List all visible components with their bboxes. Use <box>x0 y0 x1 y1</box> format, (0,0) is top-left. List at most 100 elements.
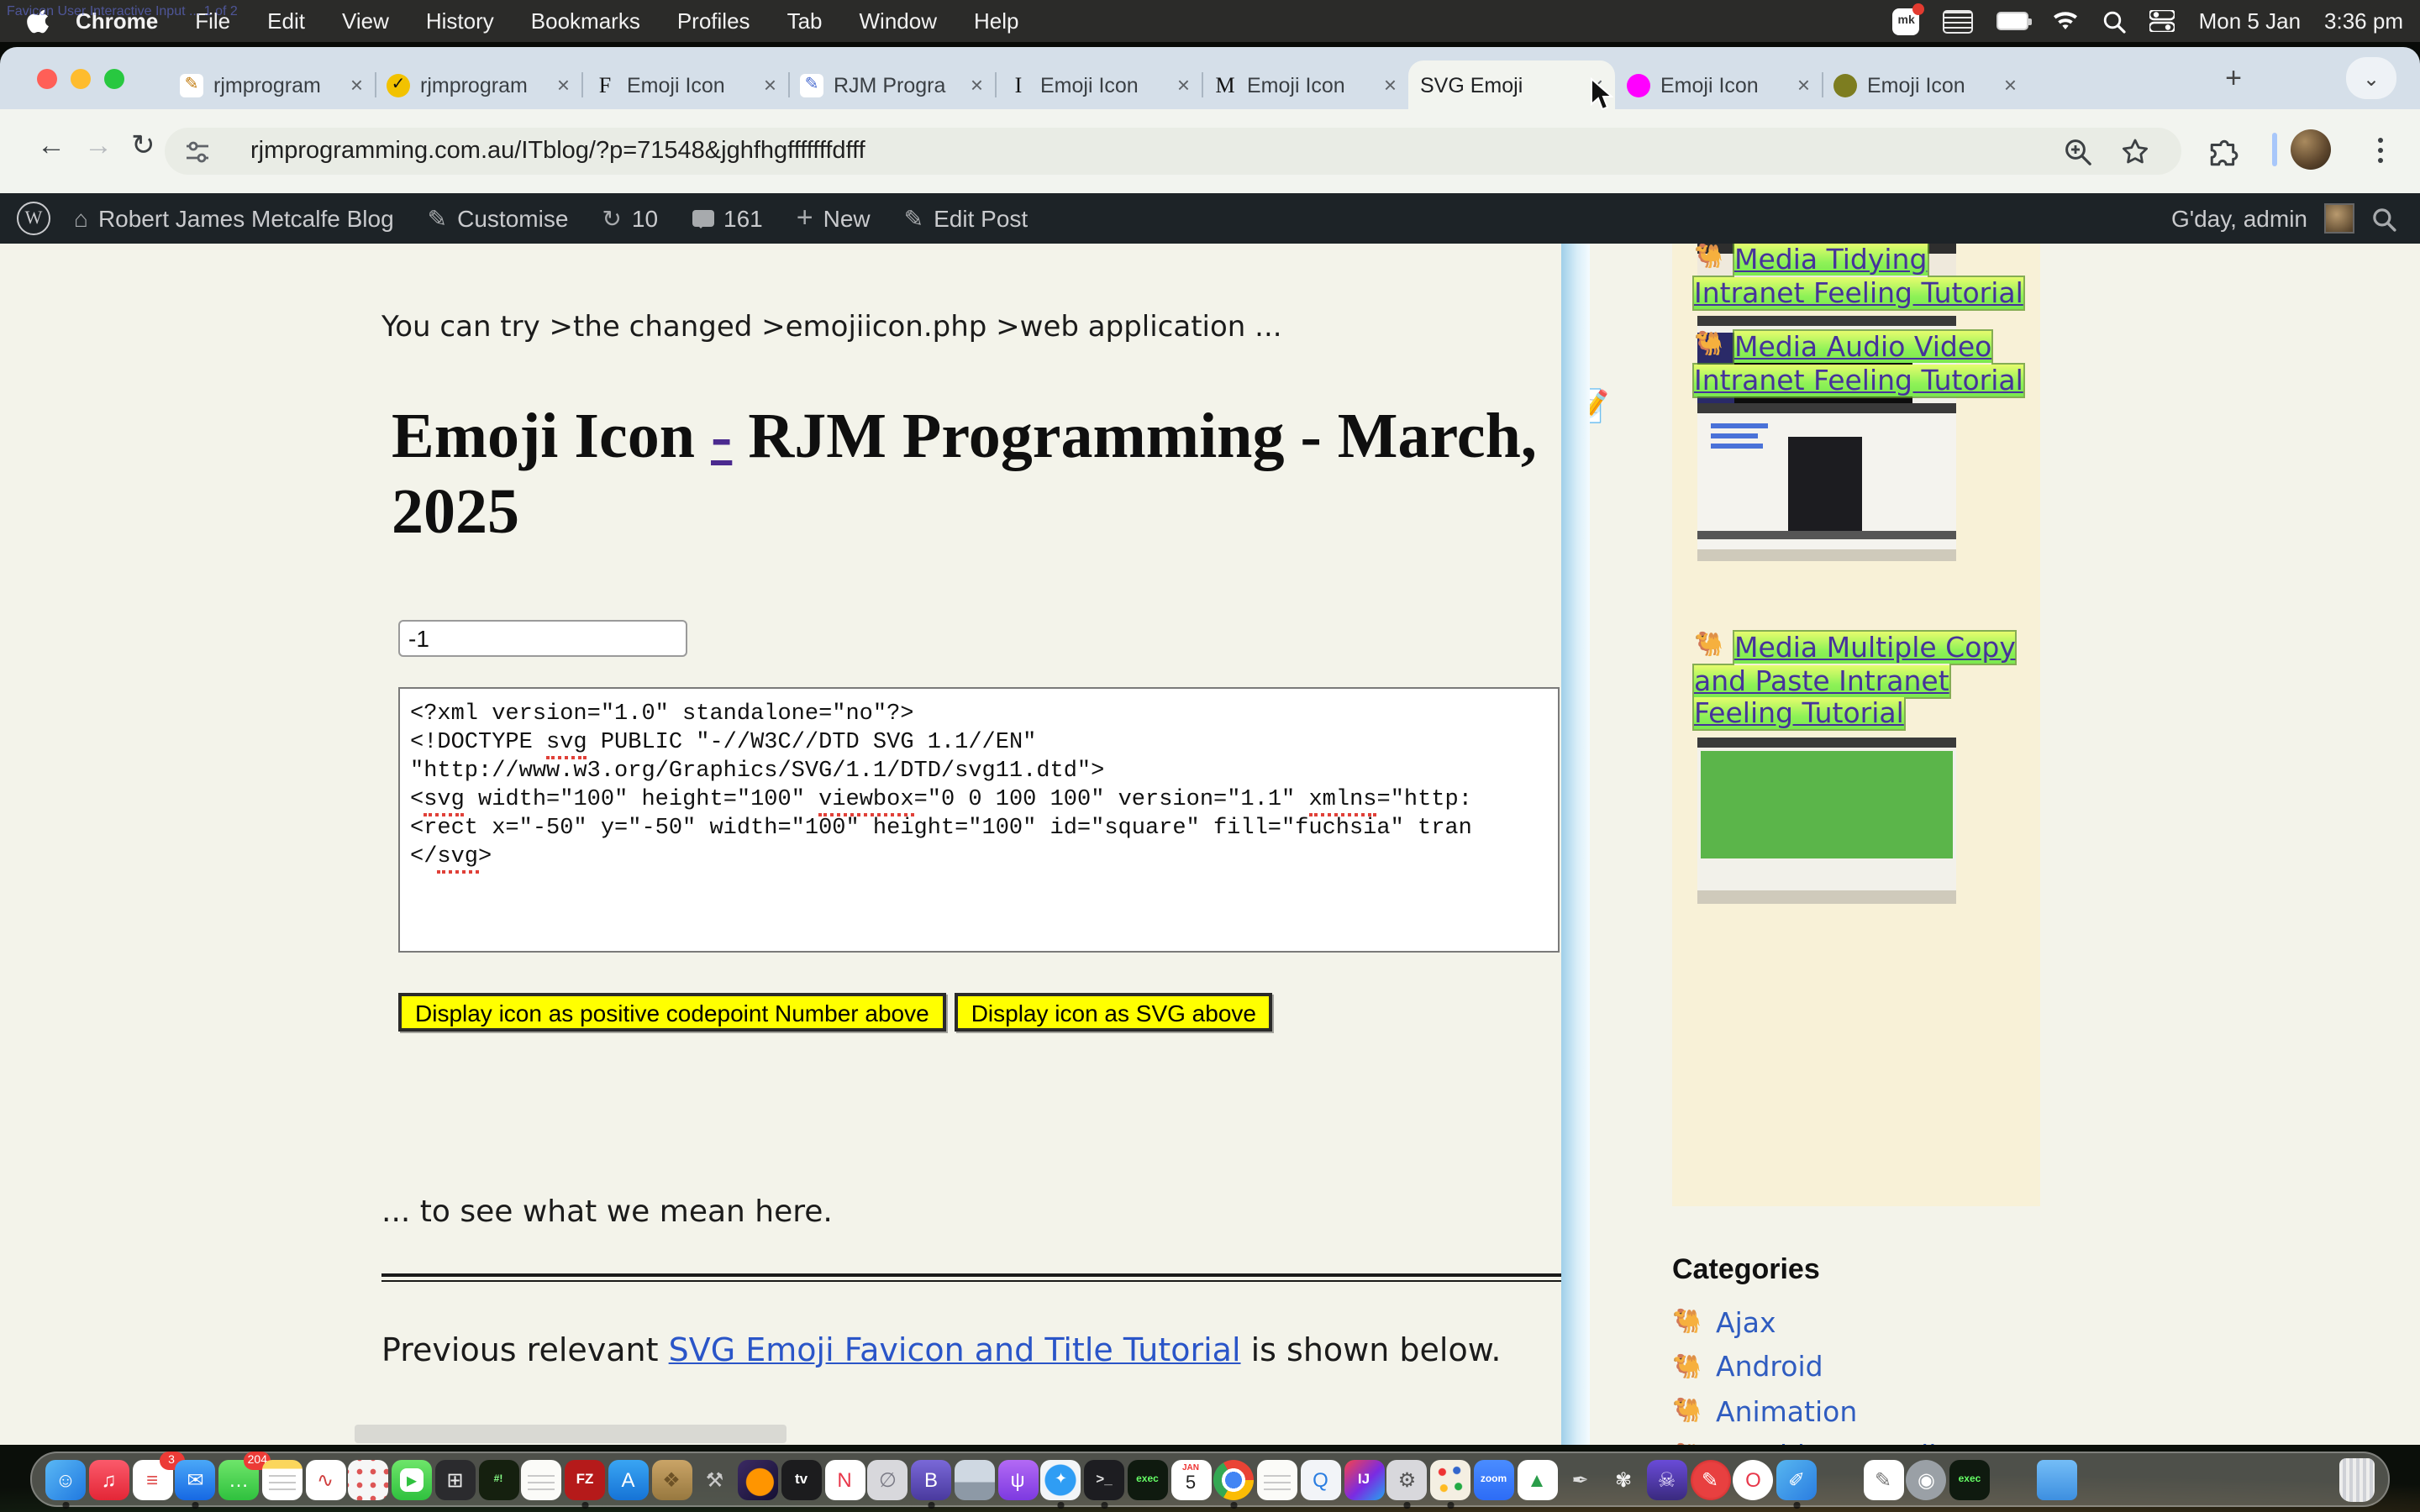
admin-new-link[interactable]: + New <box>797 202 871 235</box>
dock-item[interactable] <box>1430 1459 1470 1499</box>
tutorial-link[interactable]: Media Tidying Intranet Feeling Tutorial <box>1694 244 2023 308</box>
tab-close-icon[interactable]: × <box>971 72 983 97</box>
dock-item[interactable]: A <box>608 1459 649 1499</box>
dock-item[interactable] <box>2080 1459 2120 1499</box>
admin-comments-link[interactable]: 161 <box>692 205 763 232</box>
reload-button[interactable]: ↻ <box>131 129 155 163</box>
dock-item[interactable]: ❖ <box>651 1459 692 1499</box>
forward-button[interactable]: → <box>84 129 113 163</box>
dock-item[interactable]: ✦ <box>1041 1459 1081 1499</box>
dock-item[interactable] <box>2123 1459 2163 1499</box>
dock-item[interactable] <box>1993 1459 2033 1499</box>
new-tab-button[interactable]: + <box>2215 60 2252 97</box>
dock-item[interactable]: ☺ <box>45 1459 86 1499</box>
dock-item[interactable]: ♫ <box>89 1459 129 1499</box>
dock-item[interactable] <box>738 1459 778 1499</box>
tab-search-chevron-icon[interactable]: ⌄ <box>2346 57 2396 99</box>
svg-emoji-tutorial-link[interactable]: SVG Emoji Favicon and Title Tutorial <box>669 1332 1241 1369</box>
keyboard-input-icon[interactable] <box>1944 9 1974 33</box>
site-info-icon[interactable] <box>185 139 210 164</box>
menubar-menu-item[interactable]: Bookmarks <box>531 8 640 34</box>
browser-tab[interactable]: Emoji Icon × <box>1822 60 2028 109</box>
display-svg-button[interactable]: Display icon as SVG above <box>955 993 1273 1032</box>
dock-item[interactable] <box>2166 1459 2207 1499</box>
browser-tab[interactable]: F Emoji Icon × <box>581 60 788 109</box>
dock-item[interactable]: ⚙ <box>1387 1459 1428 1499</box>
dock-item[interactable] <box>262 1459 302 1499</box>
dock-item[interactable]: ✎ <box>1863 1459 1903 1499</box>
dock-item[interactable]: zoom <box>1474 1459 1514 1499</box>
dock-item[interactable]: N <box>824 1459 865 1499</box>
dock-item[interactable] <box>522 1459 562 1499</box>
tab-close-icon[interactable]: × <box>1797 72 1810 97</box>
admin-avatar[interactable] <box>2324 203 2354 234</box>
display-codepoint-button[interactable]: Display icon as positive codepoint Numbe… <box>398 993 946 1032</box>
extensions-icon[interactable] <box>2208 138 2238 168</box>
browser-tab[interactable]: ✓ rjmprogram × <box>375 60 581 109</box>
menubar-date[interactable]: Mon 5 Jan <box>2199 8 2301 34</box>
dock-item[interactable]: ψ <box>997 1459 1038 1499</box>
dock-item[interactable]: ⊞ <box>435 1459 476 1499</box>
close-window-button[interactable] <box>37 69 57 89</box>
dock-item[interactable] <box>2036 1459 2076 1499</box>
browser-tab[interactable]: SVG Emoji × <box>1408 60 1615 109</box>
dock-item[interactable] <box>2253 1459 2293 1499</box>
category-link[interactable]: Ajax <box>1716 1307 1776 1339</box>
menubar-menu-item[interactable]: Help <box>974 8 1019 34</box>
dock-item[interactable]: IJ <box>1344 1459 1384 1499</box>
spotlight-search-icon[interactable] <box>2103 9 2127 33</box>
dock-item[interactable] <box>2296 1459 2336 1499</box>
tab-close-icon[interactable]: × <box>1177 72 1190 97</box>
dock-item[interactable]: Q <box>1301 1459 1341 1499</box>
browser-tab[interactable]: M Emoji Icon × <box>1202 60 1408 109</box>
chrome-menu-icon[interactable] <box>2366 129 2393 170</box>
dock-item[interactable]: exec <box>1128 1459 1168 1499</box>
menubar-menu-item[interactable]: View <box>342 8 389 34</box>
address-bar[interactable]: rjmprogramming.com.au/ITblog/?p=71548&jg… <box>165 128 2181 175</box>
wordpress-logo-icon[interactable]: W <box>17 202 50 235</box>
category-link[interactable]: Animation <box>1716 1396 1857 1428</box>
tab-close-icon[interactable]: × <box>1384 72 1397 97</box>
dock-item[interactable]: ✉ <box>176 1459 216 1499</box>
browser-tab[interactable]: ✎ RJM Progra × <box>788 60 995 109</box>
menubar-menu-item[interactable]: Edit <box>267 8 305 34</box>
admin-customise-link[interactable]: ✎ Customise <box>428 204 569 233</box>
tab-close-icon[interactable]: × <box>764 72 776 97</box>
minimize-window-button[interactable] <box>71 69 91 89</box>
menubar-menu-item[interactable]: Window <box>860 8 938 34</box>
menubar-time[interactable]: 3:36 pm <box>2324 8 2403 34</box>
dock-item[interactable]: 5 JAN <box>1171 1459 1211 1499</box>
menubar-menu-item[interactable]: Tab <box>787 8 823 34</box>
zoom-window-button[interactable] <box>104 69 124 89</box>
category-link[interactable]: Android <box>1716 1352 1823 1383</box>
tab-close-icon[interactable]: × <box>557 72 570 97</box>
browser-tab[interactable]: I Emoji Icon × <box>995 60 1202 109</box>
browser-tab[interactable]: ✎ rjmprogram × <box>168 60 375 109</box>
profile-avatar[interactable] <box>2291 129 2331 170</box>
dock-item[interactable]: >_ <box>1084 1459 1124 1499</box>
dock-item[interactable] <box>1257 1459 1297 1499</box>
control-center-icon[interactable] <box>2150 10 2175 32</box>
greeting-text[interactable]: G'day, admin <box>2171 205 2307 232</box>
dock-item[interactable]: ✎ <box>1690 1459 1730 1499</box>
dock-item[interactable] <box>955 1459 995 1499</box>
dock-item[interactable]: ≡ 3 <box>132 1459 172 1499</box>
menubar-menu-item[interactable]: Profiles <box>677 8 750 34</box>
dock-item[interactable]: #! <box>478 1459 518 1499</box>
dock-item[interactable]: ✐ <box>1776 1459 1817 1499</box>
svg-code-box[interactable]: <?xml version="1.0" standalone="no"?><!D… <box>398 687 1560 953</box>
dock-item[interactable]: B <box>911 1459 951 1499</box>
url-text[interactable]: rjmprogramming.com.au/ITblog/?p=71548&jg… <box>250 138 865 165</box>
bookmark-star-icon[interactable] <box>2121 138 2149 166</box>
window-controls[interactable] <box>37 69 124 89</box>
dock-item[interactable]: … 204 <box>218 1459 259 1499</box>
status-app-icon[interactable]: mk <box>1893 8 1920 34</box>
codepoint-input[interactable]: -1 <box>398 620 687 657</box>
dock-item[interactable]: tv <box>781 1459 822 1499</box>
dock-item[interactable] <box>1214 1459 1255 1499</box>
dock-item[interactable]: exec <box>1949 1459 1990 1499</box>
tutorial-link[interactable]: Media Audio Video Intranet Feeling Tutor… <box>1694 331 2023 396</box>
admin-edit-post-link[interactable]: ✎ Edit Post <box>904 204 1028 233</box>
tab-close-icon[interactable]: × <box>2004 72 2017 97</box>
dock-item[interactable]: ☠ <box>1647 1459 1687 1499</box>
